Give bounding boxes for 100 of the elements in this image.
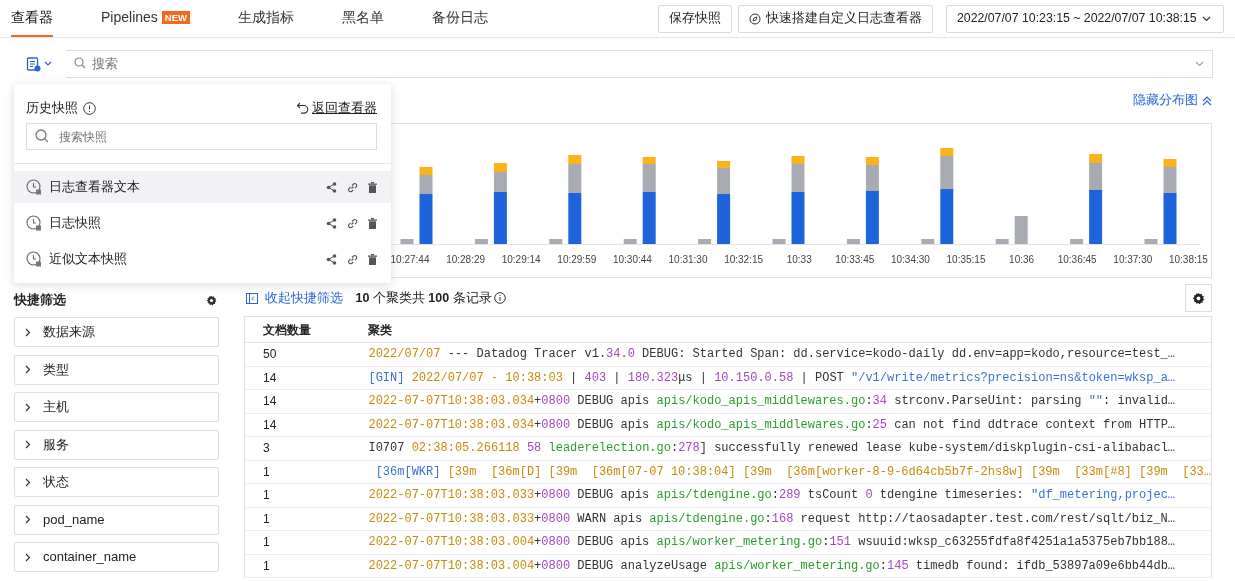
- filter-title: 快捷筛选: [14, 291, 66, 309]
- filter-item[interactable]: 主机: [14, 392, 219, 422]
- chevron-right-icon: [25, 440, 31, 449]
- filter-item[interactable]: pod_name: [14, 504, 219, 535]
- snapshot-item[interactable]: 日志快照: [14, 207, 391, 239]
- bar: [772, 239, 786, 244]
- back-link[interactable]: 返回查看器: [295, 98, 377, 118]
- count-cell: 14: [244, 413, 369, 437]
- tab[interactable]: 生成指标: [238, 0, 294, 37]
- chevron-right-icon: [25, 552, 31, 562]
- settings-button[interactable]: [1185, 284, 1212, 312]
- snapshot-item[interactable]: 日志查看器文本: [14, 171, 391, 203]
- count-cell: 1: [244, 483, 369, 507]
- bar: [549, 239, 563, 244]
- tab[interactable]: 查看器: [11, 0, 53, 37]
- save-snapshot-button[interactable]: 保存快照: [657, 4, 732, 33]
- count-cell: 50: [244, 342, 369, 366]
- hide-chart-link[interactable]: 隐藏分布图: [1133, 91, 1198, 110]
- snapshot-search-field[interactable]: 搜索快照: [26, 123, 377, 150]
- snapshot-item[interactable]: 近似文本快照: [14, 243, 391, 275]
- count-cell: 1: [244, 507, 369, 531]
- filter-item[interactable]: container_name: [14, 542, 219, 572]
- share-icon[interactable]: [326, 181, 337, 193]
- chevron-down-icon: [1201, 15, 1211, 22]
- axis-tick-label: 10:38:15: [1168, 254, 1208, 265]
- new-badge: NEW: [161, 11, 190, 24]
- cluster-cell: 2022-07-07T10:38:03.034+0800 DEBUG apis apis/kodo_apis_middlewares.go:25 can not find ddtrace context from HTTP…: [368, 413, 1212, 437]
- axis-tick-label: 10:37:30: [1113, 254, 1153, 265]
- document-icon: [26, 56, 41, 72]
- clock-icon: [26, 215, 42, 231]
- axis-tick-label: 10:30:44: [612, 254, 652, 265]
- cluster-cell: [36m[WKR] [39m [36m[D] [39m [36m[07-07 10:38:04] [39m [36m[worker-8-9-6d64cb5b7f-2hs8w] [39m [33m[#8] [39m [33…: [368, 460, 1212, 484]
- chevron-right-icon: [25, 402, 31, 412]
- bar: [921, 239, 935, 244]
- filter-item[interactable]: 服务: [14, 429, 219, 460]
- search-icon: [35, 129, 49, 143]
- bar: [474, 239, 488, 244]
- chevron-right-icon: [25, 477, 31, 487]
- trash-icon[interactable]: [368, 217, 377, 229]
- cluster-cell: 2022-07-07T10:38:03.004+0800 DEBUG analyzeUsage apis/worker_metering.go:145 timedb found: ifdb_53897a09e6bb44db…: [368, 554, 1212, 578]
- count-cell: 3: [244, 436, 369, 460]
- axis-tick-label: 10:33: [786, 254, 812, 265]
- cluster-cell: 2022-07-07T10:38:03.033+0800 DEBUG apis apis/tdengine.go:289 tsCount 0 tdengine timeseries: "df_metering,projec…: [368, 483, 1212, 507]
- trash-icon[interactable]: [368, 253, 377, 265]
- filter-item[interactable]: 类型: [14, 354, 219, 385]
- quick-build-button[interactable]: 快速搭建自定义日志查看器: [738, 4, 933, 33]
- axis-tick-label: 10:36: [1009, 254, 1035, 265]
- bar: [623, 239, 637, 244]
- share-icon[interactable]: [326, 253, 337, 265]
- axis-tick-label: 10:27:44: [390, 254, 430, 265]
- share-icon[interactable]: [326, 217, 337, 229]
- bar: [1144, 239, 1158, 244]
- tab[interactable]: 备份日志: [432, 0, 488, 37]
- clock-icon: [26, 179, 42, 195]
- tab[interactable]: 黑名单: [342, 0, 384, 37]
- count-cell: 14: [244, 389, 369, 413]
- count-cell: 14: [244, 366, 369, 390]
- chevron-right-icon: [25, 515, 31, 524]
- bar: [400, 239, 414, 244]
- column-header: 文档数量: [244, 316, 369, 343]
- settings-icon: [1192, 291, 1205, 305]
- bar: [1014, 216, 1028, 244]
- link-icon[interactable]: [347, 181, 358, 193]
- link-icon[interactable]: [347, 217, 358, 229]
- filter-item[interactable]: 数据来源: [14, 317, 219, 347]
- axis-tick-label: 10:29:14: [501, 254, 541, 265]
- time-range-picker[interactable]: 2022/07/07 10:23:15 ~ 2022/07/07 10:38:15: [946, 4, 1224, 33]
- collapse-panel-icon: [246, 292, 258, 304]
- axis-tick-label: 10:31:30: [668, 254, 708, 265]
- compass-icon: [749, 12, 761, 25]
- link-icon[interactable]: [347, 253, 358, 265]
- info-icon: [493, 292, 506, 304]
- bar: [846, 239, 860, 244]
- axis-tick-label: 10:36:45: [1057, 254, 1097, 265]
- bar: [1070, 239, 1084, 244]
- clock-icon: [26, 251, 42, 267]
- settings-icon[interactable]: [206, 294, 217, 306]
- cluster-cell: I0707 02:38:05.266118 58 leaderelection.go:278] successfully renewed lease kube-system/diskplugin-csi-alibabacl…: [368, 436, 1212, 460]
- bar: [995, 239, 1009, 244]
- cluster-cell: 2022-07-07T10:38:03.033+0800 WARN apis apis/tdengine.go:168 request http://taosadapter.test.com/rest/sqlt/biz_N…: [368, 507, 1212, 531]
- count-cell: 1: [244, 460, 369, 484]
- cluster-cell: 2022/07/07 --- Datadog Tracer v1.34.0 DEBUG: Started Span: dd.service=kodo-daily dd.env=app=kodo,resource=test_…: [368, 342, 1212, 366]
- menu-title: 历史快照: [26, 99, 78, 118]
- cluster-cell: [GIN] 2022/07/07 - 10:38:03 | 403 | 180.323μs | 10.150.0.58 | POST "/v1/write/metrics?precision=ns&token=wksp_a…: [368, 366, 1212, 390]
- cluster-cell: 2022-07-07T10:38:03.004+0800 DEBUG apis apis/worker_metering.go:151 wsuuid:wksp_c63255fdfa8f4251a1a5375eb7bb188…: [368, 530, 1212, 554]
- bar: [698, 239, 712, 244]
- filter-item[interactable]: 状态: [14, 467, 219, 497]
- undo-icon: [295, 102, 309, 114]
- tab[interactable]: Pipelines NEW: [101, 0, 190, 37]
- search-field[interactable]: 搜索: [66, 50, 1213, 78]
- chevron-down-icon: [1195, 61, 1204, 67]
- count-cell: 1: [244, 554, 369, 578]
- axis-tick-label: 10:34:30: [890, 254, 930, 265]
- trash-icon[interactable]: [368, 181, 377, 193]
- axis-tick-label: 10:35:15: [946, 254, 986, 265]
- collapse-filter-link[interactable]: 收起快捷筛选: [246, 288, 343, 308]
- info-icon: [83, 101, 96, 115]
- chevron-right-icon: [25, 365, 31, 374]
- axis-tick-label: 10:29:59: [557, 254, 597, 265]
- axis-tick-label: 10:28:29: [446, 254, 486, 265]
